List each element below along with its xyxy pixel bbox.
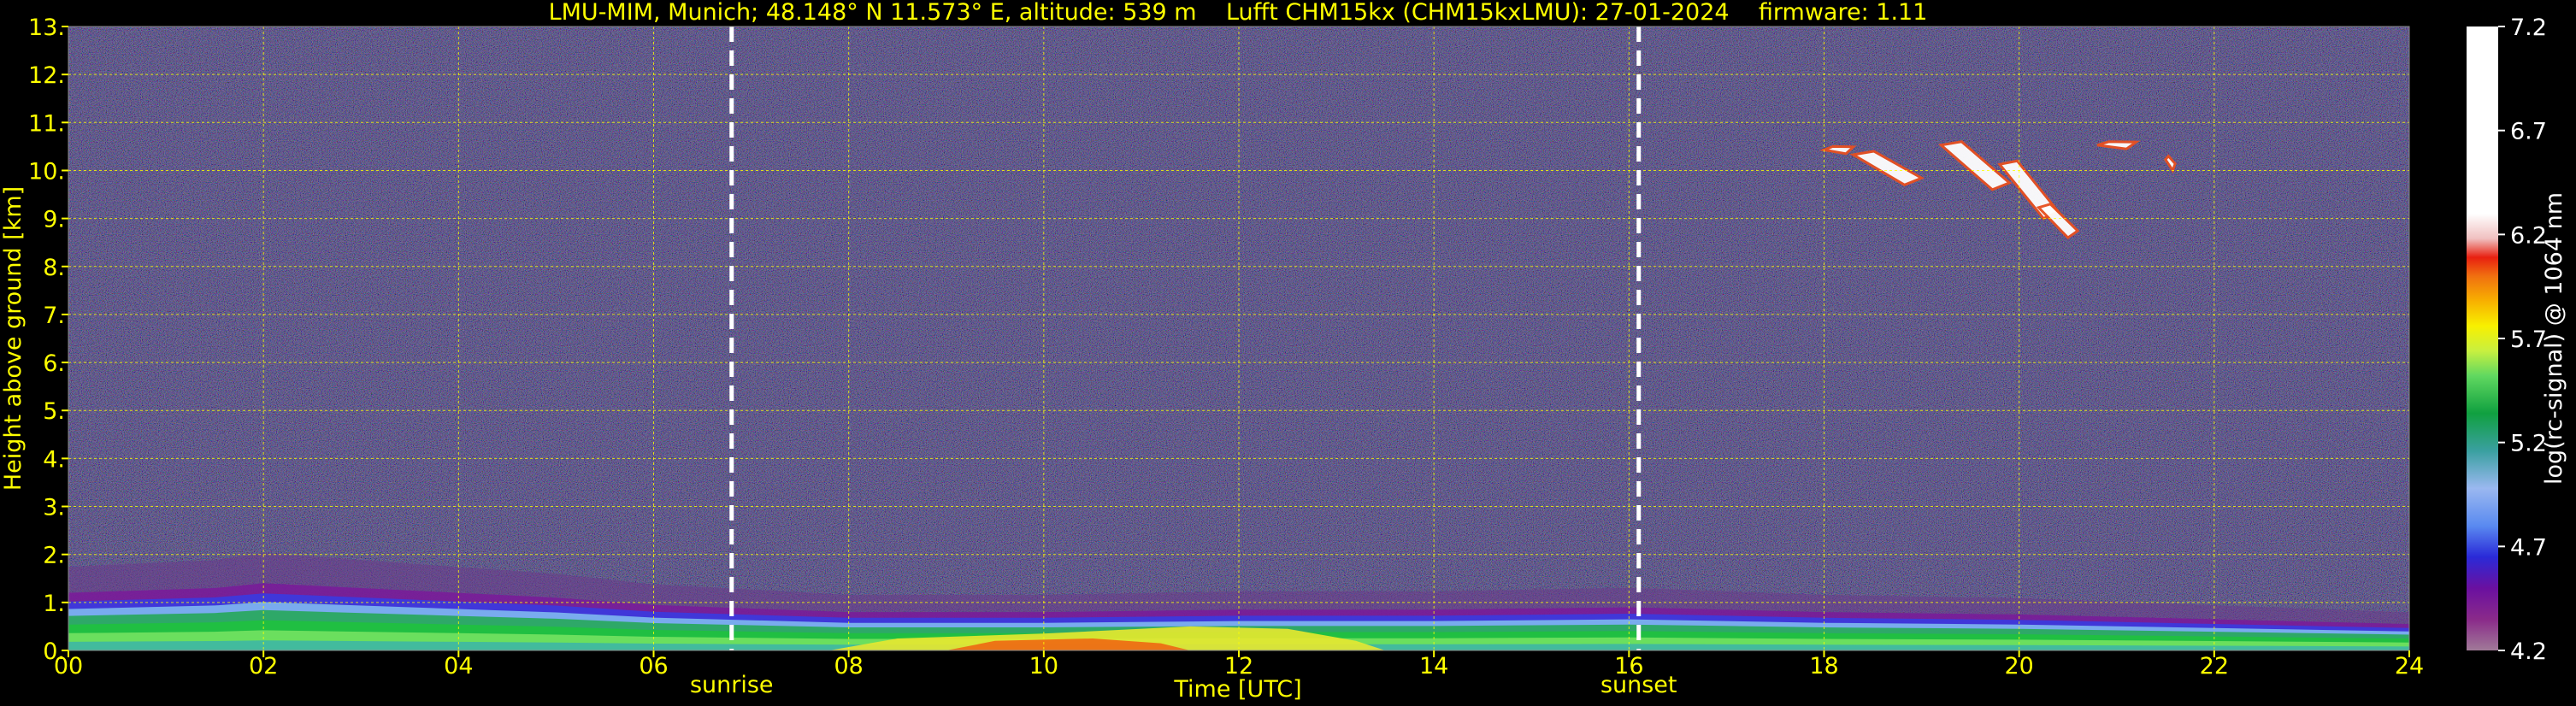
y-tick-label: 10.: [28, 158, 65, 185]
colorbar-label: log(rc-signal) @ 1064 nm: [2541, 192, 2567, 485]
x-tick-label: 14: [1419, 653, 1448, 680]
y-tick-label: 7.: [43, 303, 65, 329]
y-tick-label: 5.: [43, 398, 65, 425]
y-tick-label: 4.: [43, 446, 65, 473]
y-axis-label: Height above ground [km]: [0, 186, 27, 491]
x-tick-label: 10: [1029, 653, 1058, 680]
y-tick-label: 13.: [28, 15, 65, 41]
lidar-chart: sunrise sunset 00 02 04 06 08 10 12 14 16 18 20 22 24…: [0, 0, 2567, 703]
x-axis-ticks: 00 02 04 06 08 10 12 14 16 18 20 22 24: [54, 650, 2424, 680]
y-tick-label: 11.: [28, 110, 65, 137]
y-tick-label: 9.: [43, 207, 65, 233]
colorbar-scale: [2467, 26, 2498, 650]
colorbar-tick-label: 4.7: [2510, 534, 2547, 561]
colorbar-tick-label: 4.2: [2510, 638, 2547, 665]
sunrise-label: sunrise: [690, 672, 774, 698]
x-tick-label: 08: [834, 653, 863, 680]
y-tick-label: 8.: [43, 255, 65, 281]
x-tick-label: 24: [2395, 653, 2424, 680]
x-tick-label: 22: [2200, 653, 2229, 680]
y-tick-label: 2.: [43, 543, 65, 569]
y-tick-label: 1.: [43, 591, 65, 617]
x-tick-label: 02: [249, 653, 278, 680]
y-tick-label: 0.: [43, 638, 65, 665]
colorbar-tick-label: 7.2: [2510, 15, 2547, 41]
x-tick-label: 18: [1809, 653, 1838, 680]
colorbar-ticks: 7.26.76.25.75.24.74.2: [2498, 15, 2547, 665]
x-axis-label: Time [UTC]: [1173, 676, 1301, 703]
y-axis-ticks: 0. 1. 2. 3. 4. 5. 6. 7. 8. 9. 10. 11. 12. 13.: [28, 15, 68, 665]
x-tick-label: 16: [1614, 653, 1643, 680]
x-tick-label: 20: [2004, 653, 2033, 680]
chart-title: LMU-MIM, Munich; 48.148° N 11.573° E, al…: [549, 0, 1928, 26]
y-tick-label: 12.: [28, 62, 65, 89]
y-tick-label: 3.: [43, 495, 65, 521]
x-tick-label: 04: [444, 653, 473, 680]
colorbar-tick-label: 6.7: [2510, 119, 2547, 145]
x-tick-label: 06: [639, 653, 668, 680]
y-tick-label: 6.: [43, 350, 65, 377]
colorbar: 7.26.76.25.75.24.74.2 log(rc-signal) @ 1…: [2467, 15, 2567, 665]
